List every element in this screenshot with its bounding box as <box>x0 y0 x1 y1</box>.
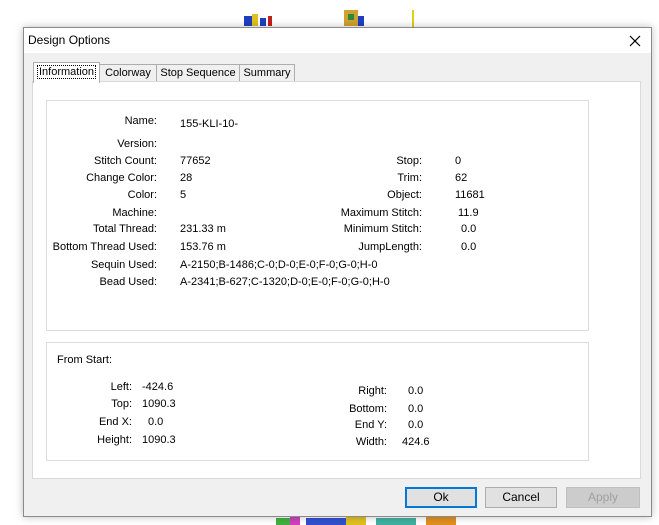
tab-information[interactable]: Information <box>33 62 100 83</box>
end-y-value: 0.0 <box>408 419 424 431</box>
total-thread-label: Total Thread: <box>92 223 157 235</box>
from-start-heading: From Start: <box>57 354 113 366</box>
bead-used-label: Bead Used: <box>99 276 157 288</box>
object-value: 11681 <box>455 189 485 201</box>
minimum-stitch-value: 0.0 <box>461 223 477 235</box>
change-color-label: Change Color: <box>86 172 157 184</box>
top-value: 1090.3 <box>142 398 176 410</box>
maximum-stitch-label: Maximum Stitch: <box>340 207 422 219</box>
version-label: Version: <box>117 138 157 150</box>
stop-value: 0 <box>455 155 462 167</box>
dialog-titlebar: Design Options <box>24 28 651 53</box>
left-label: Left: <box>110 381 132 393</box>
change-color-value: 28 <box>180 172 193 184</box>
jump-length-value: 0.0 <box>461 241 477 253</box>
bead-used-value: A-2341;B-627;C-1320;D-0;E-0;F-0;G-0;H-0 <box>180 276 390 288</box>
minimum-stitch-label: Minimum Stitch: <box>343 223 422 235</box>
right-label: Right: <box>358 385 387 397</box>
color-label: Color: <box>127 189 157 201</box>
end-x-value: 0.0 <box>148 416 164 428</box>
stitch-count-value: 77652 <box>180 155 211 167</box>
total-thread-value: 231.33 m <box>180 223 226 235</box>
ok-button[interactable]: Ok <box>405 487 477 508</box>
left-value: -424.6 <box>142 381 174 393</box>
background-design-fragment-bottom <box>276 516 456 525</box>
tab-colorway[interactable]: Colorway <box>99 64 157 81</box>
dialog-title: Design Options <box>28 33 111 47</box>
background-design-fragment-top <box>244 10 414 28</box>
apply-button[interactable]: Apply <box>566 487 640 508</box>
name-label: Name: <box>124 115 157 127</box>
end-y-label: End Y: <box>354 419 387 431</box>
trim-value: 62 <box>455 172 468 184</box>
maximum-stitch-value: 11.9 <box>458 207 479 219</box>
close-icon <box>629 35 641 46</box>
bottom-label: Bottom: <box>349 403 387 415</box>
bottom-value: 0.0 <box>408 403 424 415</box>
sequin-used-value: A-2150;B-1486;C-0;D-0;E-0;F-0;G-0;H-0 <box>180 259 378 271</box>
name-value: 155-KLI-10- <box>180 118 239 130</box>
close-button[interactable] <box>619 28 651 53</box>
color-value: 5 <box>180 189 187 201</box>
end-x-label: End X: <box>98 416 132 428</box>
tab-stop-sequence[interactable]: Stop Sequence <box>156 64 240 81</box>
trim-label: Trim: <box>397 172 422 184</box>
top-label: Top: <box>111 398 132 410</box>
bottom-thread-label: Bottom Thread Used: <box>52 241 157 253</box>
design-info-group: Name: 155-KLI-10- Version: Stitch Count:… <box>46 100 589 331</box>
object-label: Object: <box>387 189 422 201</box>
design-options-dialog: Design Options Information Colorway Stop… <box>23 27 652 517</box>
cancel-button[interactable]: Cancel <box>485 487 557 508</box>
right-value: 0.0 <box>408 385 424 397</box>
jump-length-label: JumpLength: <box>358 241 422 253</box>
from-start-group: From Start: Left: -424.6 Top: 1090.3 End… <box>46 342 589 461</box>
stop-label: Stop: <box>396 155 422 167</box>
machine-label: Machine: <box>112 207 157 219</box>
width-value: 424.6 <box>402 436 430 448</box>
information-tab-page: Name: 155-KLI-10- Version: Stitch Count:… <box>32 81 641 479</box>
tab-summary[interactable]: Summary <box>239 64 295 81</box>
width-label: Width: <box>355 436 387 448</box>
height-value: 1090.3 <box>142 434 176 446</box>
bottom-thread-value: 153.76 m <box>180 241 226 253</box>
height-label: Height: <box>97 434 132 446</box>
stitch-count-label: Stitch Count: <box>94 155 157 167</box>
sequin-used-label: Sequin Used: <box>90 259 157 271</box>
